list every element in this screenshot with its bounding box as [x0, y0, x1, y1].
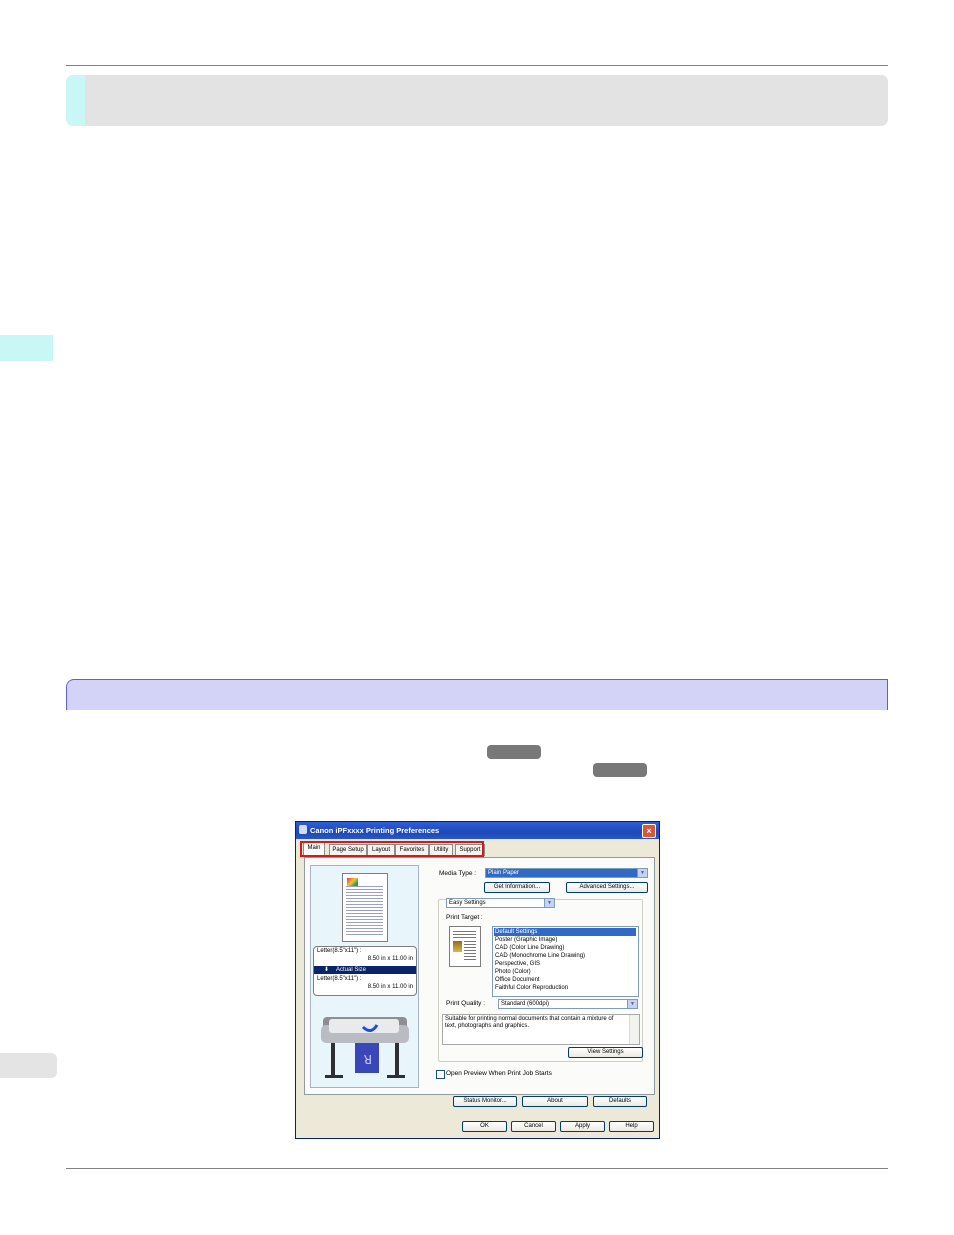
target-description: Suitable for printing normal documents t…: [445, 1016, 614, 1029]
list-item-cad-monochrome[interactable]: CAD (Monochrome Line Drawing): [495, 952, 585, 960]
large-format-printer-illustration: R: [321, 1017, 409, 1078]
printer-foot-left: [325, 1075, 343, 1078]
printing-preferences-dialog: Canon iPFxxxx Printing Preferences × Mai…: [295, 821, 660, 1139]
list-item-perspective-gis[interactable]: Perspective, GIS: [495, 960, 540, 968]
media-type-value: Plain Paper: [488, 870, 520, 876]
printer-leg-right: [395, 1043, 399, 1077]
about-button[interactable]: About: [522, 1096, 588, 1107]
list-item-cad-color[interactable]: CAD (Color Line Drawing): [495, 944, 564, 952]
help-button[interactable]: Help: [609, 1121, 654, 1132]
list-item-poster[interactable]: Poster (Graphic Image): [495, 936, 557, 944]
header-band: [66, 75, 888, 126]
top-rule: [66, 65, 888, 66]
actual-size-label: Actual Size: [336, 967, 367, 973]
list-item-default-settings[interactable]: Default Settings: [494, 928, 636, 936]
print-quality-label: Print Quality :: [446, 1000, 486, 1007]
side-tab-lower: [0, 1053, 57, 1078]
header-accent: [66, 75, 85, 126]
get-information-button[interactable]: Get Information...: [484, 882, 550, 893]
actual-size-bar: ⬇ Actual Size: [314, 966, 416, 974]
view-settings-button[interactable]: View Settings: [568, 1047, 643, 1058]
printer-foot-right: [387, 1075, 405, 1078]
target-description-box: Suitable for printing normal documents t…: [442, 1014, 640, 1045]
settings-mode-select[interactable]: Easy Settings ▼: [446, 898, 555, 908]
reference-pill-2[interactable]: [593, 763, 647, 777]
chevron-down-icon: ▼: [544, 899, 554, 907]
cancel-button[interactable]: Cancel: [511, 1121, 556, 1132]
printer-leg-left: [331, 1043, 335, 1077]
section-heading-band: [66, 679, 888, 710]
preview-pane: Letter(8.5"x11") : 8.50 in x 11.00 in ⬇ …: [310, 865, 419, 1088]
side-tab-upper: [0, 335, 53, 361]
open-preview-checkbox[interactable]: [436, 1070, 445, 1079]
dialog-title: Canon iPFxxxx Printing Preferences: [310, 826, 440, 835]
thumb-photo: [453, 941, 462, 952]
apply-button[interactable]: Apply: [560, 1121, 605, 1132]
chevron-down-icon: ▼: [637, 869, 647, 877]
print-target-list[interactable]: Default Settings Poster (Graphic Image) …: [492, 926, 639, 997]
close-icon[interactable]: ×: [642, 824, 656, 838]
down-arrow-icon: ⬇: [324, 967, 330, 973]
print-quality-value: Standard (600dpi): [501, 1001, 550, 1007]
advanced-settings-button[interactable]: Advanced Settings...: [566, 882, 648, 893]
status-monitor-button[interactable]: Status Monitor...: [453, 1096, 517, 1107]
paper-text-lines: [346, 886, 383, 936]
reference-pill-1[interactable]: [487, 745, 541, 759]
open-preview-label: Open Preview When Print Job Starts: [446, 1070, 552, 1077]
sheet-letter: R: [364, 1052, 372, 1066]
print-quality-select[interactable]: Standard (600dpi) ▼: [498, 999, 638, 1009]
chevron-down-icon: ▼: [627, 1000, 637, 1008]
size-1-value: 8.50 in x 11.00 in: [367, 956, 413, 962]
size-1-label: Letter(8.5"x11") :: [317, 948, 362, 954]
tabs-highlight-frame: [300, 841, 484, 857]
print-target-label: Print Target :: [446, 914, 483, 921]
easy-settings-group: Easy Settings ▼ Print Target : Default S…: [438, 898, 643, 1062]
size-2-value: 8.50 in x 11.00 in: [367, 984, 413, 990]
size-2-label: Letter(8.5"x11") :: [317, 976, 362, 982]
list-item-office-document[interactable]: Office Document: [495, 976, 540, 984]
list-item-photo-color[interactable]: Photo (Color): [495, 968, 531, 976]
printer-app-icon: [299, 825, 307, 834]
list-item-faithful-color[interactable]: Faithful Color Reproduction: [495, 984, 568, 992]
printer-top-cover: [329, 1019, 399, 1033]
thumb-text-lines: [464, 941, 476, 961]
main-tab-panel: Letter(8.5"x11") : 8.50 in x 11.00 in ⬇ …: [304, 857, 655, 1095]
ok-button[interactable]: OK: [462, 1121, 507, 1132]
dialog-titlebar: Canon iPFxxxx Printing Preferences ×: [296, 822, 659, 839]
thumb-heading-lines: [453, 931, 476, 939]
print-target-thumbnail: [449, 926, 481, 967]
bottom-rule: [66, 1168, 888, 1169]
description-scrollbar[interactable]: [629, 1015, 639, 1044]
defaults-button[interactable]: Defaults: [593, 1096, 647, 1107]
paper-preview: [342, 873, 388, 942]
media-type-label: Media Type :: [439, 870, 477, 877]
settings-mode-value: Easy Settings: [449, 900, 486, 906]
paper-size-box: Letter(8.5"x11") : 8.50 in x 11.00 in ⬇ …: [313, 946, 417, 996]
media-type-select[interactable]: Plain Paper ▼: [485, 868, 648, 878]
